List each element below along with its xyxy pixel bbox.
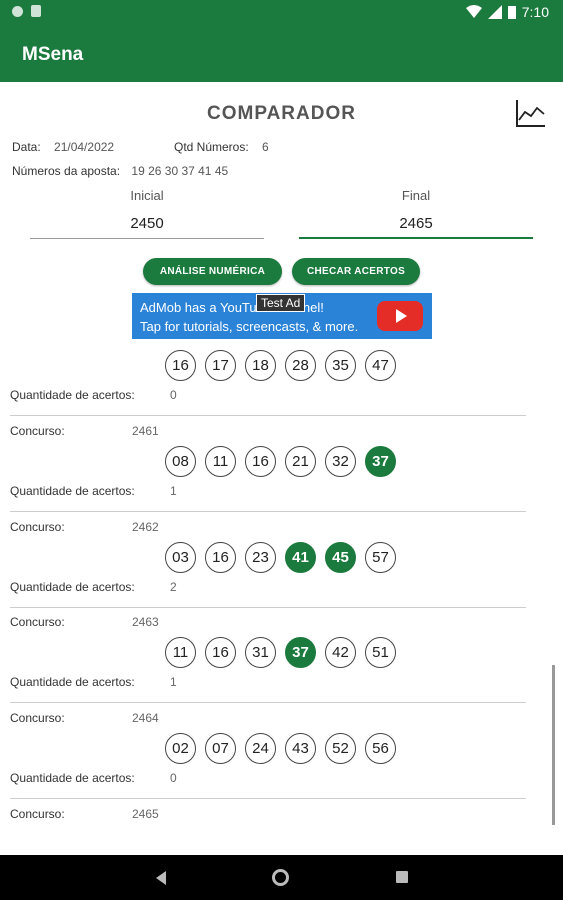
numeric-analysis-button[interactable]: ANÁLISE NUMÉRICA [143,258,282,285]
qtd-row: Qtd Números: 6 [174,140,269,154]
scrollbar[interactable] [552,665,555,825]
concurso-number: 2463 [132,615,159,629]
hits-count: 1 [170,484,177,498]
bet-numbers: 19 26 30 37 41 45 [131,164,229,178]
app-title: MSena [22,44,84,65]
status-time: 7:10 [521,4,549,20]
number-ball: 18 [245,350,276,381]
date-row: Data: 21/04/2022 [12,140,114,154]
hits-count: 1 [170,675,177,689]
result-row: Concurso: 2460 16 17 18 28 35 47 Quantidade de a… [0,340,563,416]
status-bar: 7:10 [0,0,563,24]
drawn-numbers: 03 16 23 41 45 57 [165,542,396,573]
bet-row: Números da aposta: 19 26 30 37 41 45 [12,164,228,178]
number-ball-hit: 37 [365,446,396,477]
drawn-numbers: 11 16 31 37 42 51 [165,637,396,668]
concurso-number: 2465 [132,807,159,821]
line-chart-icon[interactable] [515,98,547,128]
hits-label: Quantidade de acertos: [10,580,135,594]
check-hits-button[interactable]: CHECAR ACERTOS [292,258,420,285]
test-ad-badge: Test Ad [256,294,306,312]
number-ball: 35 [325,350,356,381]
number-ball: 16 [205,637,236,668]
result-row: Concurso: 2461 08 11 16 21 32 37 Quantidade de a… [0,416,563,512]
number-ball: 51 [365,637,396,668]
back-icon[interactable] [156,871,166,885]
number-ball: 02 [165,733,196,764]
concurso-label: Concurso: [10,807,65,821]
recent-apps-icon[interactable] [396,871,408,883]
drawn-numbers: 02 07 24 43 52 56 [165,733,396,764]
hits-count: 2 [170,580,177,594]
final-label: Final [401,188,431,203]
number-ball: 47 [365,350,396,381]
battery-icon [507,6,516,19]
home-icon[interactable] [272,869,289,886]
number-ball: 17 [205,350,236,381]
number-ball: 28 [285,350,316,381]
number-ball: 31 [245,637,276,668]
number-ball: 52 [325,733,356,764]
result-row: Concurso: 2463 11 16 31 37 42 51 Quantidade de a… [0,607,563,703]
number-ball: 16 [165,350,196,381]
qtd-label: Qtd Números: [174,140,249,154]
number-ball: 56 [365,733,396,764]
concurso-label: Concurso: [10,711,65,725]
hits-label: Quantidade de acertos: [10,675,135,689]
initial-label: Inicial [130,188,164,203]
ad-line2: Tap for tutorials, screencasts, & more. [140,319,359,334]
hits-count: 0 [170,388,177,402]
number-ball: 16 [205,542,236,573]
concurso-number: 2462 [132,520,159,534]
number-ball: 43 [285,733,316,764]
number-ball: 11 [205,446,236,477]
date-label: Data: [12,140,41,154]
concurso-label: Concurso: [10,424,65,438]
number-ball: 42 [325,637,356,668]
initial-input[interactable]: 2450 [30,209,264,239]
hits-label: Quantidade de acertos: [10,484,135,498]
qtd-value: 6 [262,140,269,154]
ad-banner[interactable]: AdMob has a YouTube channel! Tap for tut… [132,293,432,339]
hits-count: 0 [170,771,177,785]
hits-label: Quantidade de acertos: [10,771,135,785]
wifi-icon [465,5,482,18]
hits-label: Quantidade de acertos: [10,388,135,402]
number-ball: 11 [165,637,196,668]
number-ball: 32 [325,446,356,477]
concurso-number: 2461 [132,424,159,438]
drawn-numbers: 16 17 18 28 35 47 [165,350,396,381]
number-ball: 07 [205,733,236,764]
sd-card-icon [31,5,41,17]
number-ball: 57 [365,542,396,573]
page-title: COMPARADOR [207,103,356,124]
result-row: Concurso: 2462 03 16 23 41 45 57 Quantidade de a… [0,512,563,608]
result-row: Concurso: 2464 02 07 24 43 52 56 Quantidade de a… [0,703,563,799]
date-value: 21/04/2022 [54,140,115,154]
final-input[interactable]: 2465 [299,209,533,239]
concurso-label: Concurso: [10,615,65,629]
number-ball: 23 [245,542,276,573]
number-ball: 16 [245,446,276,477]
number-ball-hit: 41 [285,542,316,573]
result-row: Concurso: 2465 [0,799,563,855]
number-ball-hit: 45 [325,542,356,573]
concurso-number: 2464 [132,711,159,725]
number-ball: 21 [285,446,316,477]
youtube-icon [377,301,423,331]
number-ball: 24 [245,733,276,764]
concurso-label: Concurso: [10,520,65,534]
number-ball: 03 [165,542,196,573]
concurso-number: 2460 [132,340,159,342]
concurso-label: Concurso: [10,340,65,342]
drawn-numbers: 08 11 16 21 32 37 [165,446,396,477]
number-ball: 08 [165,446,196,477]
signal-icon [487,5,502,19]
bet-label: Números da aposta: [12,164,121,178]
notification-dot-icon [12,5,23,17]
results-list[interactable]: Concurso: 2460 16 17 18 28 35 47 Quantidade de a… [0,340,563,855]
nav-bar [0,855,563,900]
number-ball-hit: 37 [285,637,316,668]
app-bar: MSena [0,24,563,82]
